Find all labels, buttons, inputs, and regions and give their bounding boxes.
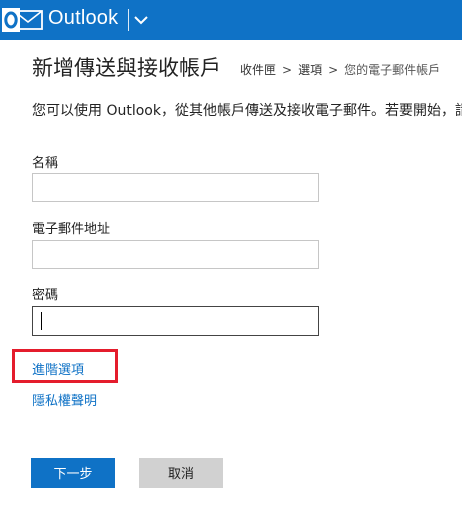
- breadcrumb: 收件匣 > 選項 > 您的電子郵件帳戶: [240, 61, 440, 78]
- next-button[interactable]: 下一步: [31, 458, 115, 488]
- name-label: 名稱: [32, 156, 59, 171]
- password-input[interactable]: [32, 306, 319, 336]
- breadcrumb-current: 您的電子郵件帳戶: [344, 63, 441, 77]
- text-cursor: [41, 312, 42, 330]
- outlook-logo-icon[interactable]: [0, 8, 48, 32]
- page-title: 新增傳送與接收帳戶: [32, 56, 221, 80]
- email-input[interactable]: [32, 240, 319, 269]
- chevron-down-icon[interactable]: [132, 11, 150, 29]
- privacy-statement-link[interactable]: 隱私權聲明: [32, 390, 97, 409]
- breadcrumb-options[interactable]: 選項: [298, 63, 322, 77]
- email-label: 電子郵件地址: [32, 222, 111, 237]
- advanced-options-link[interactable]: 進階選項: [32, 359, 84, 378]
- app-name[interactable]: Outlook: [48, 7, 118, 30]
- name-input[interactable]: [32, 173, 319, 202]
- breadcrumb-separator: >: [328, 63, 339, 77]
- breadcrumb-inbox[interactable]: 收件匣: [240, 63, 276, 77]
- breadcrumb-separator: >: [282, 63, 293, 77]
- topbar-divider: [128, 9, 129, 31]
- top-bar: Outlook: [0, 0, 462, 40]
- intro-text: 您可以使用 Outlook，從其他帳戶傳送及接收電子郵件。若要開始，請: [32, 103, 462, 119]
- cancel-button[interactable]: 取消: [139, 458, 223, 488]
- password-label: 密碼: [32, 288, 59, 303]
